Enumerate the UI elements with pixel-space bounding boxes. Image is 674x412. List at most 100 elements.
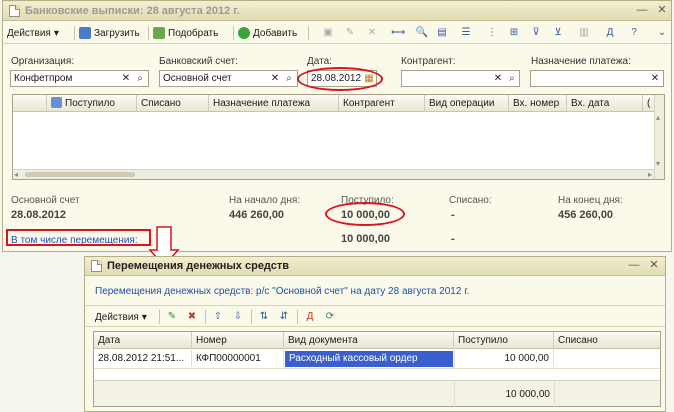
- date-label: Дата:: [307, 56, 332, 67]
- column-header-date[interactable]: Дата: [94, 332, 192, 349]
- edit-icon[interactable]: ✎: [343, 26, 357, 40]
- debit-credit-icon[interactable]: Д: [603, 26, 617, 40]
- column-header-number[interactable]: Номер: [192, 332, 284, 349]
- clear-icon[interactable]: ✕: [649, 71, 661, 86]
- cancel-filter-icon[interactable]: ⊻: [551, 26, 565, 40]
- close-icon[interactable]: ✕: [655, 4, 669, 17]
- row-document-type: Расходный кассовый ордер: [285, 351, 453, 367]
- spent-value: -: [451, 209, 455, 221]
- transfers-link-highlight-box: [6, 229, 151, 246]
- move-up-icon[interactable]: ⇧: [211, 310, 225, 324]
- account-name: Основной счет: [11, 195, 80, 206]
- minimize-icon[interactable]: —: [635, 4, 649, 17]
- debit-credit-icon[interactable]: Д: [303, 310, 317, 324]
- column-header-received[interactable]: Поступило: [47, 95, 137, 112]
- column-header-operation-type[interactable]: Вид операции: [425, 95, 509, 112]
- column-header-incoming-number[interactable]: Вх. номер: [509, 95, 567, 112]
- search-icon[interactable]: 🔍: [415, 26, 429, 40]
- organization-field[interactable]: Конфетпром ✕ ⌕: [10, 70, 149, 87]
- column-label: Поступило: [65, 98, 115, 109]
- column-label: Назначение платежа: [213, 98, 311, 109]
- row-date: 28.08.2012 21:51...: [94, 350, 192, 367]
- clear-icon[interactable]: ✕: [269, 71, 281, 86]
- search-icon[interactable]: ⌕: [506, 71, 518, 86]
- scroll-down-icon[interactable]: ▾: [656, 159, 660, 168]
- column-header-payment-purpose[interactable]: Назначение платежа: [209, 95, 339, 112]
- document-icon: [9, 5, 20, 17]
- sub-titlebar: Перемещения денежных средств — ✕: [85, 257, 665, 276]
- column-label: Вид документа: [288, 335, 358, 346]
- dropdown-arrow-icon: ▾: [141, 311, 147, 323]
- column-label: Вх. дата: [571, 98, 610, 109]
- pick-icon: [153, 27, 165, 39]
- payment-purpose-label: Назначение платежа:: [531, 56, 631, 67]
- delete-icon[interactable]: ✕: [365, 26, 379, 40]
- row-spent: [554, 350, 660, 367]
- total-received: 10 000,00: [505, 389, 551, 400]
- spent-transfers-value: -: [451, 233, 455, 245]
- move-down-icon[interactable]: ⇩: [231, 310, 245, 324]
- search-icon[interactable]: ⌕: [283, 71, 295, 86]
- refresh-icon[interactable]: ⟳: [323, 310, 337, 324]
- clear-icon[interactable]: ✕: [120, 71, 132, 86]
- organization-value: Конфетпром: [14, 73, 73, 84]
- table-row[interactable]: 28.08.2012 21:51... КФП00000001 Расходны…: [94, 350, 660, 368]
- minimize-icon[interactable]: —: [627, 259, 641, 272]
- pick-button[interactable]: Подобрать: [153, 26, 218, 40]
- table-footer: 10 000,00: [94, 380, 660, 407]
- load-button[interactable]: Загрузить: [79, 26, 140, 40]
- add-label: Добавить: [253, 27, 298, 39]
- vertical-scrollbar[interactable]: ▴ ▾: [654, 95, 664, 179]
- column-header-spent[interactable]: Списано: [137, 95, 209, 112]
- sort-descending-icon[interactable]: ⇵: [277, 310, 291, 324]
- sub-window-subtitle: Перемещения денежных средств: р/с "Основ…: [95, 286, 470, 297]
- hierarchy-icon[interactable]: ⊞: [507, 26, 521, 40]
- horizontal-scrollbar[interactable]: ◂ ▸: [13, 169, 654, 179]
- sub-window-title: Перемещения денежных средств: [107, 260, 290, 272]
- transfers-table-header: Дата Номер Вид документа Поступило Списа…: [94, 332, 660, 349]
- clear-icon[interactable]: ✕: [492, 71, 504, 86]
- payment-purpose-field[interactable]: ✕: [530, 70, 664, 87]
- sub-actions-menu-button[interactable]: Действия ▾: [95, 310, 147, 324]
- print-icon[interactable]: ▥: [577, 26, 591, 40]
- date-highlight-ellipse: [297, 67, 383, 91]
- more-icon[interactable]: ⌄: [655, 26, 669, 40]
- column-header-spent[interactable]: Списано: [554, 332, 660, 349]
- delete-icon[interactable]: ✖: [185, 310, 199, 324]
- list-icon[interactable]: ☰: [459, 26, 473, 40]
- filter-icon[interactable]: ⊽: [529, 26, 543, 40]
- search-icon[interactable]: ⌕: [134, 71, 146, 86]
- column-header-received[interactable]: Поступило: [454, 332, 554, 349]
- bank-account-value: Основной счет: [163, 73, 232, 84]
- actions-menu-button[interactable]: Действия ▾: [7, 26, 59, 40]
- bank-statements-table[interactable]: Поступило Списано Назначение платежа Кон…: [12, 94, 665, 180]
- row-received: 10 000,00: [454, 350, 554, 367]
- add-icon: [238, 27, 250, 39]
- edit-icon[interactable]: ✎: [165, 310, 179, 324]
- scroll-left-icon[interactable]: ◂: [14, 170, 18, 179]
- bank-account-field[interactable]: Основной счет ✕ ⌕: [159, 70, 298, 87]
- end-of-day-label: На конец дня:: [558, 195, 623, 206]
- post-icon[interactable]: ⟷: [391, 26, 405, 40]
- dropdown-arrow-icon: ▾: [53, 27, 59, 39]
- received-transfers-value: 10 000,00: [341, 233, 390, 245]
- column-header-counterparty[interactable]: Контрагент: [339, 95, 425, 112]
- copy-icon[interactable]: ▣: [321, 26, 335, 40]
- close-icon[interactable]: ✕: [647, 259, 661, 272]
- sub-actions-label: Действия: [95, 311, 139, 323]
- pick-label: Подобрать: [168, 27, 219, 39]
- counterparty-field[interactable]: ✕ ⌕: [401, 70, 520, 87]
- scroll-up-icon[interactable]: ▴: [656, 113, 660, 122]
- help-icon[interactable]: ?: [627, 26, 641, 40]
- transfers-table[interactable]: Дата Номер Вид документа Поступило Списа…: [93, 331, 661, 407]
- add-button[interactable]: Добавить: [238, 26, 297, 40]
- column-header-document-type[interactable]: Вид документа: [284, 332, 454, 349]
- report-icon[interactable]: ▤: [435, 26, 449, 40]
- column-label: Списано: [141, 98, 181, 109]
- filter-list-icon[interactable]: ⋮: [485, 26, 499, 40]
- cash-transfers-window: Перемещения денежных средств — ✕ Перемещ…: [84, 256, 666, 412]
- scroll-right-icon[interactable]: ▸: [648, 170, 652, 179]
- column-header-incoming-date[interactable]: Вх. дата: [567, 95, 643, 112]
- sort-ascending-icon[interactable]: ⇅: [257, 310, 271, 324]
- scroll-thumb[interactable]: [25, 172, 135, 177]
